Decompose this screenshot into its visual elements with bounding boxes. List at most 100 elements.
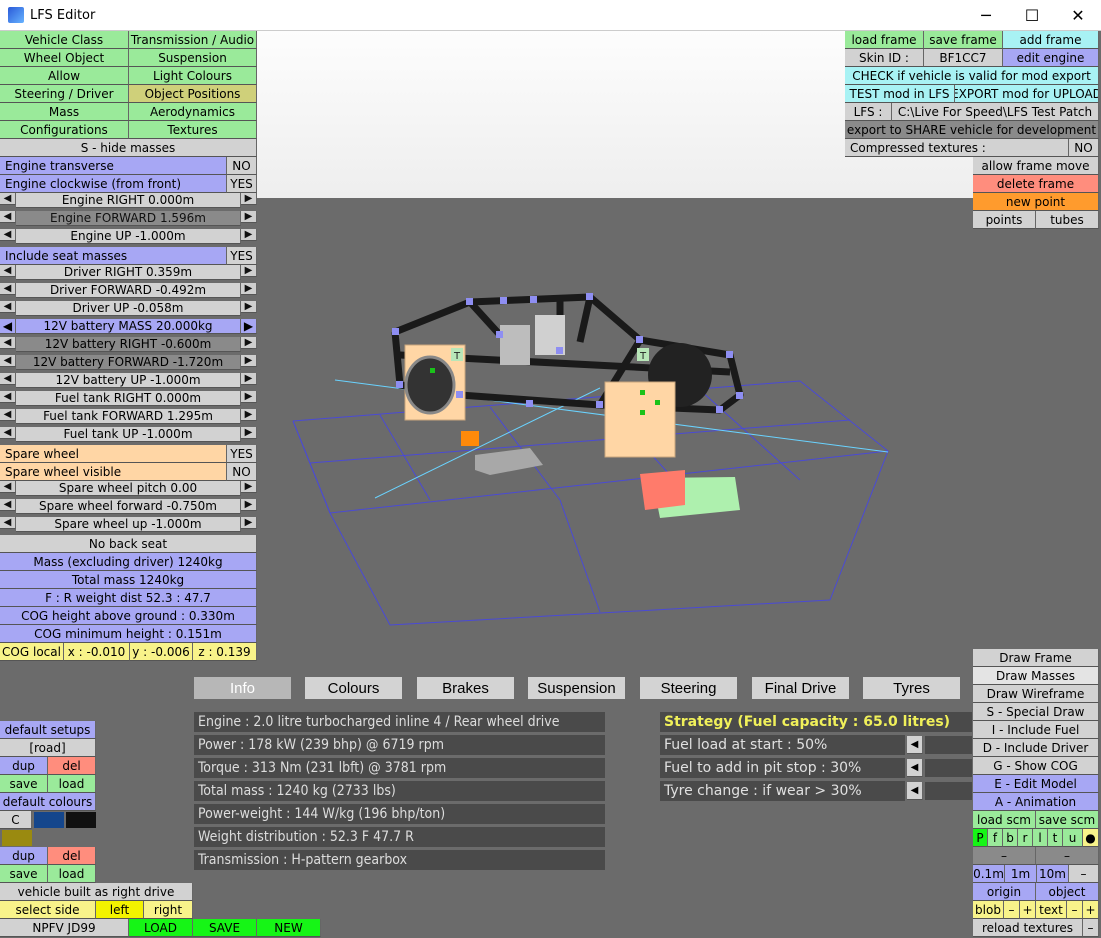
menu-vehicle-class[interactable]: Vehicle Class [0,31,129,49]
lfs-path[interactable]: C:\Live For Speed\LFS Test Patch [892,103,1099,121]
increase-arrow-icon[interactable]: ▶ [241,301,257,313]
side-left-button[interactable]: left [96,901,144,919]
view-u-button[interactable]: u [1063,829,1083,847]
include-seat-toggle[interactable]: YES [227,247,257,265]
decrease-arrow-icon[interactable]: ◀ [0,409,16,421]
show-cog-button[interactable]: G - Show COG [973,757,1099,775]
draw-frame-button[interactable]: Draw Frame [973,649,1099,667]
increase-arrow-icon[interactable]: ▶ [241,265,257,277]
minimize-button[interactable]: ─ [963,0,1009,31]
maximize-button[interactable]: ☐ [1009,0,1055,31]
menu-transmission-audio[interactable]: Transmission / Audio [129,31,257,49]
save-scm-button[interactable]: save scm [1036,811,1099,829]
setup-road[interactable]: [road] [0,739,96,757]
increase-arrow-icon[interactable]: ▶ [241,283,257,295]
fuel-up-slider[interactable]: Fuel tank UP -1.000m [16,427,241,442]
spare-visible-toggle[interactable]: NO [227,463,257,481]
load-frame-button[interactable]: load frame [845,31,924,49]
blob-minus-button[interactable]: – [1004,901,1020,919]
edit-engine-button[interactable]: edit engine [1003,49,1099,67]
scale-10m-button[interactable]: 10m [1037,865,1069,883]
decrease-arrow-icon[interactable]: ◀ [0,265,16,277]
view-b-button[interactable]: b [1003,829,1018,847]
menu-allow[interactable]: Allow [0,67,129,85]
load-colour-button[interactable]: load [48,865,96,883]
fuel-load-slider[interactable] [925,736,972,754]
engine-clockwise-toggle[interactable]: YES [227,175,257,193]
object-button[interactable]: object [1036,883,1099,901]
reload-textures-button[interactable]: reload textures [973,919,1083,937]
menu-textures[interactable]: Textures [129,121,257,139]
increase-arrow-icon[interactable]: ▶ [241,373,257,385]
del-setup-button[interactable]: del [48,757,96,775]
dash-button-left[interactable]: – [973,847,1036,865]
include-fuel-button[interactable]: I - Include Fuel [973,721,1099,739]
scale-minus-button[interactable]: – [1069,865,1099,883]
text-plus-button[interactable]: + [1083,901,1099,919]
scale-01m-button[interactable]: 0.1m [973,865,1005,883]
draw-masses-button[interactable]: Draw Masses [973,667,1099,685]
view-p-button[interactable]: P [973,829,988,847]
default-colours-button[interactable]: default colours [0,793,96,811]
decrease-arrow-icon[interactable]: ◀ [0,319,16,334]
scale-1m-button[interactable]: 1m [1005,865,1037,883]
decrease-arrow-icon[interactable]: ◀ [0,193,16,205]
increase-arrow-icon[interactable]: ▶ [241,229,257,241]
origin-button[interactable]: origin [973,883,1036,901]
load-setup-button[interactable]: load [48,775,96,793]
increase-arrow-icon[interactable]: ▶ [241,409,257,421]
increase-arrow-icon[interactable]: ▶ [241,355,257,367]
skin-id-value[interactable]: BF1CC7 [924,49,1003,67]
engine-up-slider[interactable]: Engine UP -1.000m [16,229,241,244]
menu-aerodynamics[interactable]: Aerodynamics [129,103,257,121]
compressed-textures-toggle[interactable]: NO [1069,139,1099,157]
view-l-button[interactable]: l [1033,829,1048,847]
decrease-arrow-icon[interactable]: ◀ [0,481,16,493]
decrease-arrow-icon[interactable]: ◀ [0,283,16,295]
new-point-button[interactable]: new point [973,193,1099,211]
save-frame-button[interactable]: save frame [924,31,1003,49]
new-vehicle-button[interactable]: NEW [257,919,321,937]
decrease-arrow-icon[interactable]: ◀ [0,517,16,529]
spare-forward-slider[interactable]: Spare wheel forward -0.750m [16,499,241,514]
increase-arrow-icon[interactable]: ▶ [241,211,257,223]
tab-brakes[interactable]: Brakes [417,677,514,699]
reload-minus-button[interactable]: – [1083,919,1099,937]
increase-arrow-icon[interactable]: ▶ [241,517,257,529]
battery-up-slider[interactable]: 12V battery UP -1.000m [16,373,241,388]
menu-wheel-object[interactable]: Wheel Object [0,49,129,67]
blob-plus-button[interactable]: + [1020,901,1036,919]
tab-info[interactable]: Info [194,677,291,699]
text-button[interactable]: text [1036,901,1067,919]
engine-transverse-toggle[interactable]: NO [227,157,257,175]
view-f-button[interactable]: f [988,829,1003,847]
fuel-forward-slider[interactable]: Fuel tank FORWARD 1.295m [16,409,241,424]
vehicle-name[interactable]: NPFV JD99 [0,919,129,937]
view-dot-icon[interactable]: ● [1083,829,1099,847]
decrease-arrow-icon[interactable]: ◀ [0,337,16,349]
increase-arrow-icon[interactable]: ▶ [241,319,257,334]
default-setups-button[interactable]: default setups [0,721,96,739]
fuel-right-slider[interactable]: Fuel tank RIGHT 0.000m [16,391,241,406]
tyre-change-slider[interactable] [925,782,972,800]
tab-final-drive[interactable]: Final Drive [752,677,849,699]
load-vehicle-button[interactable]: LOAD [129,919,193,937]
export-share-button[interactable]: export to SHARE vehicle for development [845,121,1099,139]
colour-c-button[interactable]: C [0,811,32,829]
spare-up-slider[interactable]: Spare wheel up -1.000m [16,517,241,532]
delete-frame-button[interactable]: delete frame [973,175,1099,193]
menu-configurations[interactable]: Configurations [0,121,129,139]
fuel-pit-slider[interactable] [925,759,972,777]
increase-arrow-icon[interactable]: ▶ [241,391,257,403]
special-draw-button[interactable]: S - Special Draw [973,703,1099,721]
decrease-arrow-icon[interactable]: ◀ [0,355,16,367]
colour-swatch-blue[interactable] [34,812,64,828]
view-t-button[interactable]: t [1048,829,1063,847]
built-right-drive-button[interactable]: vehicle built as right drive [0,883,193,901]
save-colour-button[interactable]: save [0,865,48,883]
view-r-button[interactable]: r [1018,829,1033,847]
decrease-arrow-icon[interactable]: ◀ [0,229,16,241]
export-upload-button[interactable]: EXPORT mod for UPLOAD [955,85,1099,103]
hide-masses-button[interactable]: S - hide masses [0,139,257,157]
increase-arrow-icon[interactable]: ▶ [241,499,257,511]
